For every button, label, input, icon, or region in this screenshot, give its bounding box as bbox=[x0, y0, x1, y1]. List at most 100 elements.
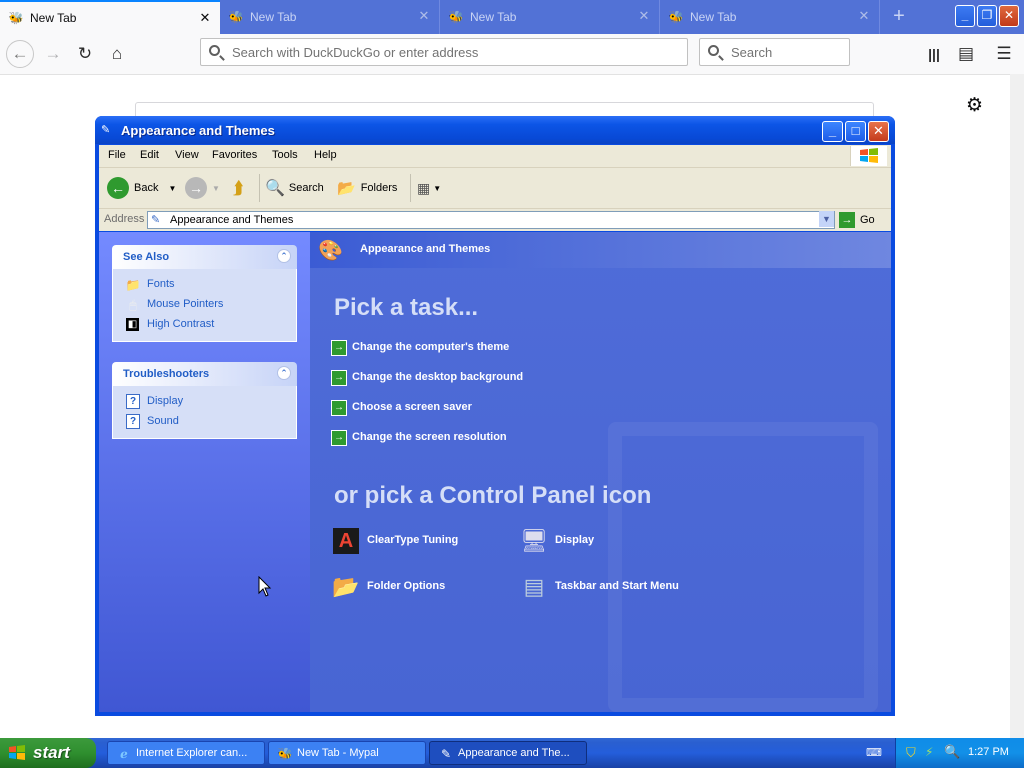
mypal-icon: 🐝 bbox=[277, 747, 293, 761]
menu-tools[interactable]: Tools bbox=[272, 149, 298, 161]
windows-logo-icon bbox=[850, 146, 887, 166]
window-title: Appearance and Themes bbox=[121, 123, 275, 138]
back-button[interactable]: ← bbox=[6, 40, 34, 68]
search-icon[interactable]: 🔍 bbox=[944, 744, 960, 760]
search-bar[interactable]: Search bbox=[699, 38, 850, 66]
see-also-item-mouse-pointers[interactable]: 🖱 Mouse Pointers bbox=[113, 295, 296, 315]
restore-button[interactable]: ❐ bbox=[977, 5, 997, 27]
menu-help[interactable]: Help bbox=[314, 149, 337, 161]
mypal-icon: 🐝 bbox=[448, 10, 464, 24]
collapse-icon[interactable]: ⌃ bbox=[277, 249, 291, 263]
home-button[interactable]: ⌂ bbox=[103, 40, 131, 68]
troubleshooter-item-display[interactable]: ? Display bbox=[113, 392, 296, 412]
search-button[interactable]: 🔍 Search bbox=[265, 176, 324, 200]
window-close-button[interactable]: ✕ bbox=[868, 121, 889, 142]
network-icon[interactable]: ⚡ bbox=[925, 745, 933, 759]
window-maximize-button[interactable]: □ bbox=[845, 121, 866, 142]
url-bar[interactable]: Search with DuckDuckGo or enter address bbox=[200, 38, 688, 66]
start-button[interactable]: start bbox=[0, 738, 96, 768]
see-also-item-fonts[interactable]: 📁 Fonts bbox=[113, 275, 296, 295]
search-label: Search bbox=[288, 182, 324, 194]
close-window-button[interactable]: ✕ bbox=[999, 5, 1019, 27]
search-icon bbox=[708, 45, 719, 56]
library-icon[interactable]: ||| bbox=[920, 40, 948, 68]
address-field[interactable]: ✎ Appearance and Themes bbox=[147, 211, 835, 229]
close-tab-icon[interactable]: ✕ bbox=[637, 9, 651, 23]
tab-label: New Tab bbox=[30, 11, 77, 25]
collapse-icon[interactable]: ⌃ bbox=[277, 366, 291, 380]
taskbar-item-appearance-themes[interactable]: ✎ Appearance and The... bbox=[429, 741, 587, 765]
go-arrow-icon: → bbox=[839, 212, 855, 228]
menu-icon[interactable]: ☰ bbox=[990, 40, 1018, 68]
address-dropdown-button[interactable]: ▼ bbox=[819, 211, 834, 227]
pick-task-heading: Pick a task... bbox=[334, 294, 479, 321]
help-icon: ? bbox=[126, 414, 140, 429]
taskbar-item-label: Internet Explorer can... bbox=[136, 747, 248, 759]
go-label: Go bbox=[860, 214, 875, 226]
close-tab-icon[interactable]: ✕ bbox=[857, 9, 871, 23]
up-folder-icon: ⮭ bbox=[233, 177, 244, 198]
background-watermark bbox=[608, 422, 878, 712]
mouse-icon: 🖱 bbox=[129, 298, 137, 312]
folder-icon: 📁 bbox=[125, 278, 141, 292]
menu-edit[interactable]: Edit bbox=[140, 149, 159, 161]
search-icon: 🔍 bbox=[265, 180, 285, 197]
item-label: Fonts bbox=[147, 278, 175, 290]
troubleshooters-title: Troubleshooters bbox=[123, 368, 210, 380]
security-shield-icon[interactable]: ⛉ bbox=[906, 745, 916, 761]
minimize-button[interactable]: _ bbox=[955, 5, 975, 27]
address-label: Address bbox=[104, 213, 145, 225]
green-arrow-icon: → bbox=[331, 340, 347, 356]
mypal-icon: 🐝 bbox=[228, 10, 244, 24]
back-button[interactable]: ← Back ▼ bbox=[107, 176, 176, 200]
control-panel-icon: ✎ bbox=[151, 214, 161, 226]
window-minimize-button[interactable]: _ bbox=[822, 121, 843, 142]
troubleshooter-item-sound[interactable]: ? Sound bbox=[113, 412, 296, 432]
category-header: 🎨 Appearance and Themes bbox=[310, 232, 891, 268]
page-scrollbar[interactable] bbox=[1010, 74, 1024, 738]
reload-button[interactable]: ↻ bbox=[71, 40, 99, 68]
standard-toolbar: ← Back ▼ → ▼ ⮭ 🔍 Search 📂 Folders ▦ ▼ bbox=[99, 168, 891, 209]
tab-new-tab-4[interactable]: 🐝 New Tab ✕ bbox=[660, 0, 880, 34]
see-also-list: 📁 Fonts 🖱 Mouse Pointers ◧ High Contrast bbox=[112, 269, 297, 342]
green-arrow-icon: → bbox=[331, 430, 347, 446]
taskbar-icon: ▤ bbox=[523, 574, 545, 599]
menu-file[interactable]: File bbox=[108, 149, 126, 161]
green-arrow-icon: → bbox=[331, 370, 347, 386]
menu-favorites[interactable]: Favorites bbox=[212, 149, 257, 161]
clock[interactable]: 1:27 PM bbox=[968, 746, 1009, 758]
see-also-header[interactable]: See Also ⌃ bbox=[112, 245, 297, 269]
troubleshooters-header[interactable]: Troubleshooters ⌃ bbox=[112, 362, 297, 386]
forward-button[interactable]: → ▼ bbox=[185, 176, 220, 200]
views-button[interactable]: ▦ ▼ bbox=[417, 176, 441, 200]
sidebar-icon[interactable]: ▤ bbox=[952, 40, 980, 68]
window-titlebar[interactable]: ✎ Appearance and Themes _ □ ✕ bbox=[95, 116, 895, 144]
tab-new-tab-2[interactable]: 🐝 New Tab ✕ bbox=[220, 0, 440, 34]
appearance-themes-icon: 🎨 bbox=[318, 240, 343, 262]
forward-button[interactable]: → bbox=[39, 40, 67, 68]
new-tab-button[interactable]: + bbox=[884, 4, 914, 30]
tab-new-tab-3[interactable]: 🐝 New Tab ✕ bbox=[440, 0, 660, 34]
item-label: High Contrast bbox=[147, 318, 215, 330]
control-panel-window: ✎ Appearance and Themes _ □ ✕ File Edit … bbox=[95, 116, 895, 716]
folders-button[interactable]: 📂 Folders bbox=[337, 176, 397, 200]
close-tab-icon[interactable]: ✕ bbox=[417, 9, 431, 23]
taskbar-item-mypal[interactable]: 🐝 New Tab - Mypal bbox=[268, 741, 426, 765]
menu-view[interactable]: View bbox=[175, 149, 199, 161]
views-icon: ▦ bbox=[417, 179, 431, 196]
tab-new-tab-1[interactable]: 🐝 New Tab ✕ bbox=[0, 0, 220, 34]
up-folder-button[interactable]: ⮭ bbox=[233, 176, 244, 200]
close-tab-icon[interactable]: ✕ bbox=[198, 11, 212, 25]
window-content: See Also ⌃ 📁 Fonts 🖱 Mouse Pointers ◧ Hi… bbox=[99, 232, 891, 712]
keyboard-icon[interactable]: ⌨ bbox=[866, 746, 884, 760]
gear-icon[interactable]: ⚙ bbox=[966, 94, 983, 117]
pick-icon-heading: or pick a Control Panel icon bbox=[334, 482, 652, 509]
go-button[interactable]: → Go bbox=[839, 211, 875, 229]
taskbar-item-internet-explorer[interactable]: ℯ Internet Explorer can... bbox=[107, 741, 265, 765]
green-arrow-icon: → bbox=[331, 400, 347, 416]
back-arrow-icon: ← bbox=[107, 177, 129, 199]
see-also-item-high-contrast[interactable]: ◧ High Contrast bbox=[113, 315, 296, 335]
back-label: Back bbox=[134, 182, 159, 194]
mouse-cursor-icon bbox=[258, 575, 272, 601]
chevron-down-icon: ▼ bbox=[433, 183, 442, 193]
